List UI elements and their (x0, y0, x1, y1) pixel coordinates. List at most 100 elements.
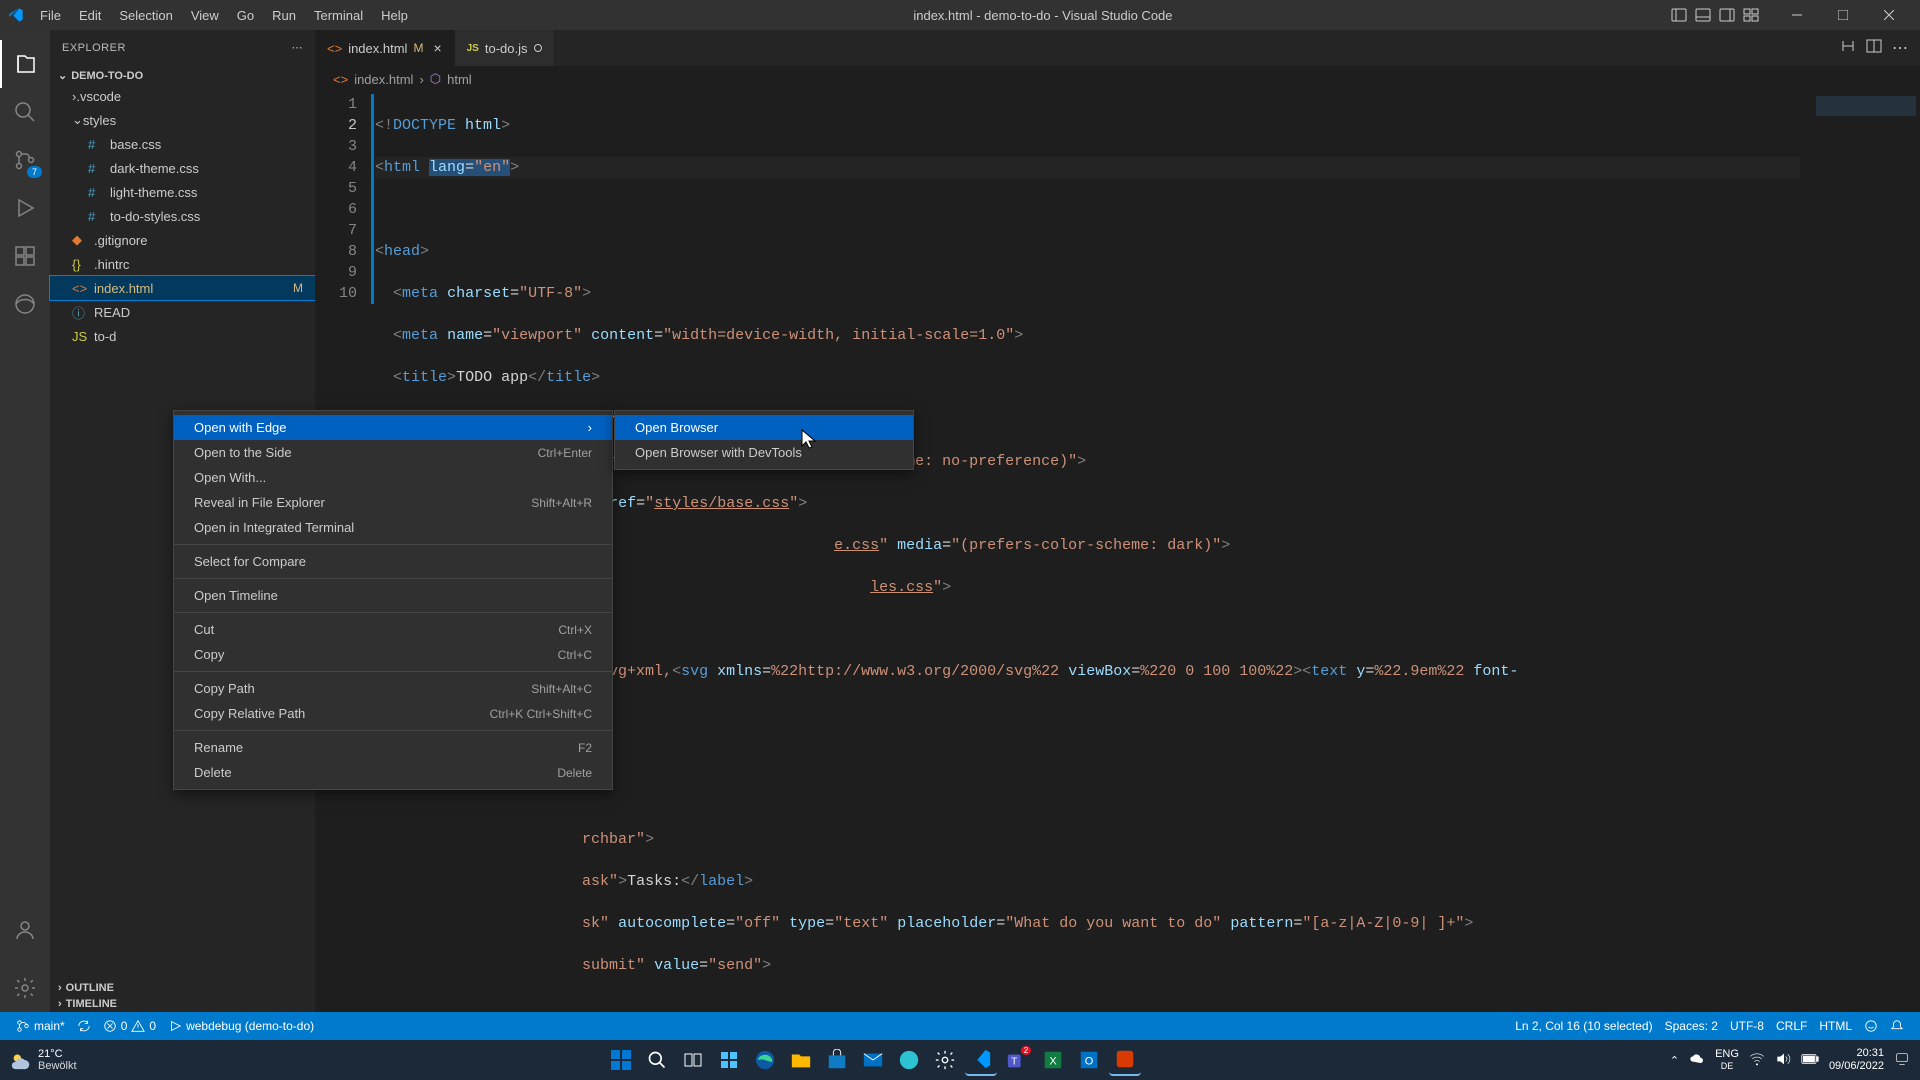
close-button[interactable] (1866, 0, 1912, 30)
menu-copy[interactable]: CopyCtrl+C (174, 642, 612, 667)
project-header[interactable]: ⌄ DEMO-TO-DO (50, 67, 315, 84)
taskbar-edge[interactable] (749, 1044, 781, 1076)
tab-todo-js[interactable]: JS to-do.js (455, 30, 555, 66)
menu-delete[interactable]: DeleteDelete (174, 760, 612, 785)
taskbar-vscode[interactable] (965, 1044, 997, 1076)
tray-volume-icon[interactable] (1775, 1051, 1791, 1070)
submenu-open-browser-devtools[interactable]: Open Browser with DevTools (615, 440, 913, 465)
outline-section[interactable]: ›OUTLINE (50, 980, 315, 996)
accounts-icon[interactable] (0, 906, 50, 954)
tray-onedrive-icon[interactable] (1689, 1051, 1705, 1070)
menu-rename[interactable]: RenameF2 (174, 735, 612, 760)
more-actions-icon[interactable]: ⋯ (1892, 38, 1908, 58)
breadcrumb[interactable]: <> index.html › ⬡ html (315, 66, 1920, 92)
status-problems[interactable]: 0 0 (97, 1019, 162, 1033)
menu-selection[interactable]: Selection (111, 4, 180, 27)
taskbar-file-explorer[interactable] (785, 1044, 817, 1076)
taskbar-edge-dev[interactable] (893, 1044, 925, 1076)
file-base-css[interactable]: #base.css (50, 132, 315, 156)
taskbar-settings[interactable] (929, 1044, 961, 1076)
minimap[interactable] (1800, 92, 1920, 1012)
file-dark-theme[interactable]: #dark-theme.css (50, 156, 315, 180)
weather-widget[interactable]: 21°C Bewölkt (10, 1048, 77, 1072)
folder-styles[interactable]: ⌄styles (50, 108, 315, 132)
source-control-icon[interactable]: 7 (0, 136, 50, 184)
taskbar-mail[interactable] (857, 1044, 889, 1076)
symbol-icon: ⬡ (430, 71, 441, 87)
menu-copy-relative-path[interactable]: Copy Relative PathCtrl+K Ctrl+Shift+C (174, 701, 612, 726)
menu-open-timeline[interactable]: Open Timeline (174, 583, 612, 608)
tray-notifications-icon[interactable] (1894, 1051, 1910, 1070)
menu-open-to-side[interactable]: Open to the SideCtrl+Enter (174, 440, 612, 465)
file-todo-styles[interactable]: #to-do-styles.css (50, 204, 315, 228)
status-eol[interactable]: CRLF (1770, 1019, 1813, 1033)
menu-terminal[interactable]: Terminal (306, 4, 371, 27)
status-sync[interactable] (71, 1019, 97, 1033)
taskbar-store[interactable] (821, 1044, 853, 1076)
menu-select-compare[interactable]: Select for Compare (174, 549, 612, 574)
maximize-button[interactable] (1820, 0, 1866, 30)
status-notifications-icon[interactable] (1884, 1019, 1910, 1033)
taskbar-search[interactable] (641, 1044, 673, 1076)
menu-open-with[interactable]: Open With... (174, 465, 612, 490)
taskbar-excel[interactable]: X (1037, 1044, 1069, 1076)
menu-view[interactable]: View (183, 4, 227, 27)
close-tab-icon[interactable]: × (433, 40, 441, 56)
tray-wifi-icon[interactable] (1749, 1051, 1765, 1070)
tray-clock[interactable]: 20:31 09/06/2022 (1829, 1047, 1884, 1073)
window-title: index.html - demo-to-do - Visual Studio … (416, 8, 1670, 23)
tab-index-html[interactable]: <> index.html M × (315, 30, 455, 66)
file-index-html[interactable]: <>index.htmlM (50, 276, 315, 300)
status-cursor-position[interactable]: Ln 2, Col 16 (10 selected) (1509, 1019, 1658, 1033)
compare-changes-icon[interactable] (1840, 38, 1856, 59)
menu-copy-path[interactable]: Copy PathShift+Alt+C (174, 676, 612, 701)
taskbar-teams[interactable]: T2 (1001, 1044, 1033, 1076)
run-debug-icon[interactable] (0, 184, 50, 232)
explorer-icon[interactable] (0, 40, 50, 88)
taskbar-widgets[interactable] (713, 1044, 745, 1076)
taskbar-outlook[interactable]: O (1073, 1044, 1105, 1076)
menu-go[interactable]: Go (229, 4, 262, 27)
menu-cut[interactable]: CutCtrl+X (174, 617, 612, 642)
settings-gear-icon[interactable] (0, 964, 50, 1012)
status-indentation[interactable]: Spaces: 2 (1659, 1019, 1724, 1033)
toggle-primary-sidebar-icon[interactable] (1670, 6, 1688, 24)
tray-chevron-up-icon[interactable]: ⌃ (1670, 1054, 1679, 1067)
search-icon[interactable] (0, 88, 50, 136)
file-light-theme[interactable]: #light-theme.css (50, 180, 315, 204)
file-gitignore[interactable]: ◆.gitignore (50, 228, 315, 252)
status-branch[interactable]: main* (10, 1019, 71, 1033)
toggle-secondary-sidebar-icon[interactable] (1718, 6, 1736, 24)
folder-vscode[interactable]: ›.vscode (50, 84, 315, 108)
toggle-panel-icon[interactable] (1694, 6, 1712, 24)
taskbar-task-view[interactable] (677, 1044, 709, 1076)
split-editor-icon[interactable] (1866, 38, 1882, 59)
menu-open-terminal[interactable]: Open in Integrated Terminal (174, 515, 612, 540)
more-actions-icon[interactable]: ⋯ (292, 41, 304, 54)
edge-tools-icon[interactable] (0, 280, 50, 328)
editor-tabs: <> index.html M × JS to-do.js ⋯ (315, 30, 1920, 66)
menu-help[interactable]: Help (373, 4, 416, 27)
extensions-icon[interactable] (0, 232, 50, 280)
tray-language[interactable]: ENG DE (1715, 1048, 1739, 1072)
taskbar-recording[interactable] (1109, 1044, 1141, 1076)
minimize-button[interactable] (1774, 0, 1820, 30)
status-feedback-icon[interactable] (1858, 1019, 1884, 1033)
status-language[interactable]: HTML (1813, 1019, 1858, 1033)
status-debug-target[interactable]: webdebug (demo-to-do) (162, 1019, 320, 1033)
menu-edit[interactable]: Edit (71, 4, 109, 27)
submenu-open-browser[interactable]: Open Browser (615, 415, 913, 440)
menu-open-with-edge[interactable]: Open with Edge› (174, 415, 612, 440)
tray-battery-icon[interactable] (1801, 1053, 1819, 1068)
menu-run[interactable]: Run (264, 4, 304, 27)
chevron-down-icon: ⌄ (58, 69, 67, 82)
menu-file[interactable]: File (32, 4, 69, 27)
status-encoding[interactable]: UTF-8 (1724, 1019, 1770, 1033)
start-button[interactable] (605, 1044, 637, 1076)
menu-reveal-explorer[interactable]: Reveal in File ExplorerShift+Alt+R (174, 490, 612, 515)
file-hintrc[interactable]: {}.hintrc (50, 252, 315, 276)
file-readme[interactable]: ⓘREAD (50, 300, 315, 324)
file-todo-js[interactable]: JSto-d (50, 324, 315, 348)
timeline-section[interactable]: ›TIMELINE (50, 996, 315, 1012)
customize-layout-icon[interactable] (1742, 6, 1760, 24)
